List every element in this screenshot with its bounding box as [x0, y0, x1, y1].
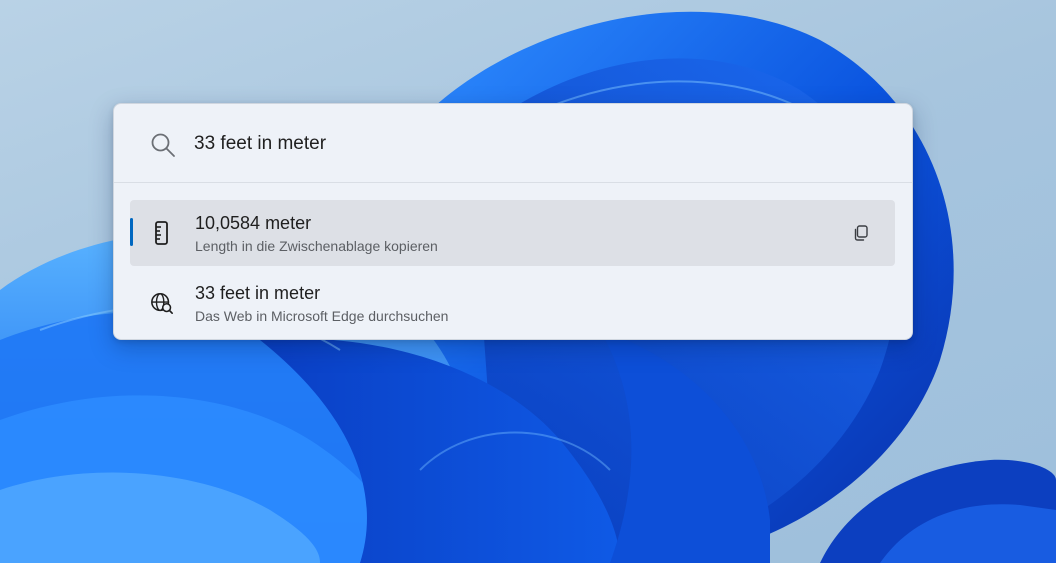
web-search-icon — [151, 292, 173, 314]
result-item-conversion[interactable]: 10,0584 meter Length in die Zwischenabla… — [130, 200, 895, 266]
result-subtitle: Das Web in Microsoft Edge durchsuchen — [195, 308, 449, 324]
result-item-web-search[interactable]: 33 feet in meter Das Web in Microsoft Ed… — [130, 270, 895, 336]
search-icon — [151, 133, 175, 157]
copy-button[interactable] — [848, 220, 874, 246]
desktop: 10,0584 meter Length in die Zwischenabla… — [0, 0, 1056, 563]
selection-indicator — [130, 218, 133, 246]
result-subtitle: Length in die Zwischenablage kopieren — [195, 238, 438, 254]
ruler-icon — [155, 221, 168, 245]
search-bar — [114, 104, 912, 183]
copy-icon — [854, 225, 868, 241]
run-palette: 10,0584 meter Length in die Zwischenabla… — [113, 103, 913, 340]
result-title: 10,0584 meter — [195, 213, 312, 233]
search-input[interactable] — [194, 128, 874, 160]
result-title: 33 feet in meter — [195, 283, 321, 303]
